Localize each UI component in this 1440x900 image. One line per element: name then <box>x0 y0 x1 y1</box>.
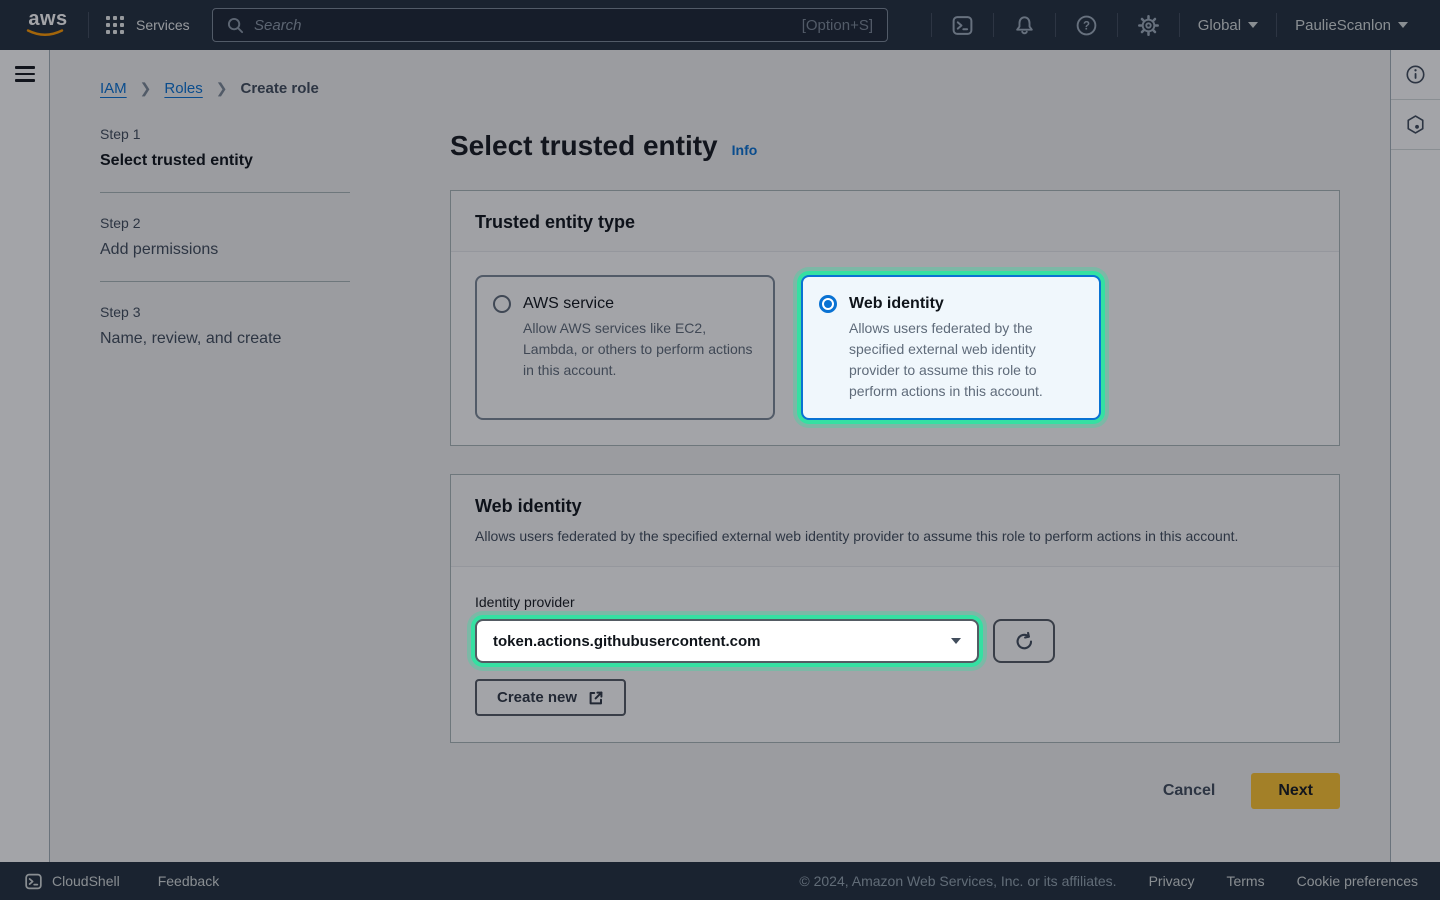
chevron-down-icon <box>951 638 961 644</box>
tile-title: Web identity <box>849 293 1083 315</box>
footer-feedback-button[interactable]: Feedback <box>158 873 219 889</box>
create-new-label: Create new <box>497 689 577 706</box>
grid-icon <box>106 16 125 35</box>
page-title: Select trusted entity <box>450 130 718 162</box>
radio-unselected[interactable] <box>493 295 511 313</box>
search-box[interactable]: [Option+S] <box>212 8 888 42</box>
right-tools-panel <box>1390 50 1440 862</box>
help-button[interactable]: ? <box>1056 0 1117 50</box>
applications-panel-toggle[interactable] <box>1391 100 1440 150</box>
services-menu-button[interactable]: Services <box>106 0 190 50</box>
identity-provider-value: token.actions.githubusercontent.com <box>493 633 951 650</box>
aws-smile-icon <box>26 29 64 38</box>
radio-selected[interactable] <box>819 295 837 313</box>
cloudshell-button[interactable] <box>932 0 993 50</box>
settings-button[interactable] <box>1118 0 1179 50</box>
menu-icon <box>15 79 35 82</box>
refresh-icon <box>1014 631 1035 652</box>
terms-link[interactable]: Terms <box>1226 873 1264 889</box>
cancel-button[interactable]: Cancel <box>1163 782 1215 800</box>
info-icon <box>1405 64 1426 85</box>
step-title: Name, review, and create <box>100 330 350 348</box>
cookie-preferences-link[interactable]: Cookie preferences <box>1297 873 1418 889</box>
terminal-icon <box>24 872 43 891</box>
gear-icon <box>1137 14 1160 37</box>
aws-logo[interactable]: aws <box>26 9 70 38</box>
wizard-step-3[interactable]: Step 3 Name, review, and create <box>100 304 350 348</box>
topbar-divider <box>88 12 89 38</box>
external-link-icon <box>588 690 604 706</box>
breadcrumb-current: Create role <box>241 80 319 97</box>
search-shortcut-hint: [Option+S] <box>802 17 873 34</box>
question-icon: ? <box>1075 14 1098 37</box>
open-navigation-button[interactable] <box>15 66 35 82</box>
cloudshell-label: CloudShell <box>52 873 120 889</box>
breadcrumb-iam-link[interactable]: IAM <box>100 80 127 97</box>
divider <box>100 192 350 193</box>
copyright-text: © 2024, Amazon Web Services, Inc. or its… <box>799 873 1116 889</box>
bell-icon <box>1013 14 1036 37</box>
search-input[interactable] <box>254 17 792 34</box>
menu-icon <box>15 73 35 76</box>
web-identity-heading: Web identity <box>475 496 1315 517</box>
tile-description: Allows users federated by the specified … <box>849 318 1083 402</box>
main-content: Select trusted entity Info Trusted entit… <box>450 130 1340 809</box>
account-name: PaulieScanlon <box>1295 17 1391 34</box>
wizard-step-2[interactable]: Step 2 Add permissions <box>100 215 350 259</box>
breadcrumb-roles-link[interactable]: Roles <box>164 80 202 97</box>
tile-web-identity[interactable]: Web identity Allows users federated by t… <box>801 275 1101 420</box>
top-navigation-bar: aws Services [Option+S] ? Global <box>0 0 1440 50</box>
tile-aws-service[interactable]: AWS service Allow AWS services like EC2,… <box>475 275 775 420</box>
left-nav-strip <box>0 50 50 862</box>
chevron-right-icon: ❯ <box>216 80 228 97</box>
container-header: Web identity Allows users federated by t… <box>451 475 1339 567</box>
step-number: Step 1 <box>100 126 350 142</box>
search-icon <box>227 17 244 34</box>
chevron-down-icon <box>1398 22 1408 28</box>
region-label: Global <box>1198 17 1241 34</box>
menu-icon <box>15 66 35 69</box>
refresh-button[interactable] <box>993 619 1055 663</box>
account-menu[interactable]: PaulieScanlon <box>1277 17 1426 34</box>
chevron-down-icon <box>1248 22 1258 28</box>
region-selector[interactable]: Global <box>1180 17 1276 34</box>
aws-logo-text: aws <box>26 9 70 29</box>
trusted-entity-heading: Trusted entity type <box>475 212 1315 233</box>
next-button[interactable]: Next <box>1251 773 1340 809</box>
privacy-link[interactable]: Privacy <box>1149 873 1195 889</box>
wizard-step-1[interactable]: Step 1 Select trusted entity <box>100 126 350 170</box>
footer-bar: CloudShell Feedback © 2024, Amazon Web S… <box>0 862 1440 900</box>
services-label: Services <box>136 17 190 33</box>
tile-description: Allow AWS services like EC2, Lambda, or … <box>523 318 757 381</box>
tile-title: AWS service <box>523 293 757 315</box>
divider <box>100 281 350 282</box>
info-panel-toggle[interactable] <box>1391 50 1440 100</box>
trusted-entity-type-container: Trusted entity type AWS service Allow AW… <box>450 190 1340 446</box>
wizard-steps-nav: Step 1 Select trusted entity Step 2 Add … <box>100 126 350 348</box>
web-identity-container: Web identity Allows users federated by t… <box>450 474 1340 743</box>
step-number: Step 3 <box>100 304 350 320</box>
hexagon-icon <box>1405 114 1426 135</box>
terminal-icon <box>951 14 974 37</box>
web-identity-description: Allows users federated by the specified … <box>475 526 1285 546</box>
footer-cloudshell-button[interactable]: CloudShell <box>24 872 120 891</box>
info-link[interactable]: Info <box>732 142 758 158</box>
breadcrumb: IAM ❯ Roles ❯ Create role <box>100 80 319 97</box>
identity-provider-select[interactable]: token.actions.githubusercontent.com <box>475 619 979 663</box>
step-title: Add permissions <box>100 241 350 259</box>
chevron-right-icon: ❯ <box>140 80 152 97</box>
svg-text:?: ? <box>1083 20 1090 32</box>
feedback-label: Feedback <box>158 873 219 889</box>
create-new-button[interactable]: Create new <box>475 679 626 716</box>
step-number: Step 2 <box>100 215 350 231</box>
notifications-button[interactable] <box>994 0 1055 50</box>
container-header: Trusted entity type <box>451 191 1339 252</box>
identity-provider-label: Identity provider <box>475 594 1315 610</box>
step-title: Select trusted entity <box>100 152 350 170</box>
